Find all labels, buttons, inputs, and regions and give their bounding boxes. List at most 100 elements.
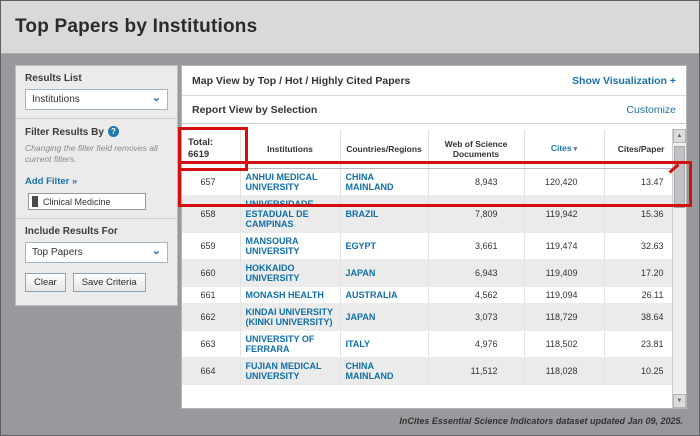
cell-cites: 119,942 — [524, 195, 604, 232]
total-header-cell: Total: 6619 — [182, 130, 240, 168]
cell-cites-per-paper: 17.20 — [604, 259, 672, 286]
cell-cites-per-paper: 10.25 — [604, 357, 672, 384]
table-row: 663UNIVERSITY OF FERRARAITALY4,976118,50… — [182, 330, 672, 357]
map-view-bar: Map View by Top / Hot / Highly Cited Pap… — [182, 66, 686, 96]
institution-link[interactable]: UNIVERSIDADE ESTADUAL DE CAMPINAS — [240, 195, 340, 232]
cites-header-label: Cites — [551, 143, 572, 153]
institution-link[interactable]: ANHUI MEDICAL UNIVERSITY — [240, 168, 340, 195]
cell-rank: 657 — [182, 168, 240, 195]
cell-cites: 119,094 — [524, 286, 604, 303]
customize-link[interactable]: Customize — [626, 104, 676, 116]
cell-wos-documents: 8,943 — [428, 168, 524, 195]
cell-country: CHINA MAINLAND — [340, 168, 428, 195]
add-filter-link[interactable]: Add Filter » — [25, 176, 77, 187]
cell-cites: 118,502 — [524, 330, 604, 357]
col-header-institutions[interactable]: Institutions — [240, 130, 340, 168]
title-bar: Top Papers by Institutions — [1, 1, 699, 54]
scrollbar-thumb[interactable] — [674, 146, 685, 208]
main-panel: Map View by Top / Hot / Highly Cited Pap… — [181, 65, 687, 409]
cell-cites-per-paper: 13.47 — [604, 168, 672, 195]
institution-link[interactable]: MONASH HEALTH — [240, 286, 340, 303]
cell-cites: 119,409 — [524, 259, 604, 286]
filter-by-label-text: Filter Results By — [25, 127, 104, 138]
results-list-value: Institutions — [32, 94, 80, 105]
map-view-title: Map View by Top / Hot / Highly Cited Pap… — [192, 75, 410, 87]
table-row: 658UNIVERSIDADE ESTADUAL DE CAMPINASBRAZ… — [182, 195, 672, 232]
institution-link[interactable]: HOKKAIDO UNIVERSITY — [240, 259, 340, 286]
chevron-down-icon: ⌄ — [152, 93, 161, 104]
include-section: Include Results For Top Papers ⌄ Clear S… — [16, 219, 177, 300]
cell-cites-per-paper: 32.63 — [604, 232, 672, 259]
institution-link[interactable]: MANSOURA UNIVERSITY — [240, 232, 340, 259]
cell-cites: 119,474 — [524, 232, 604, 259]
cell-wos-documents: 6,943 — [428, 259, 524, 286]
chevron-down-icon: ⌄ — [152, 246, 161, 257]
cell-country: BRAZIL — [340, 195, 428, 232]
cell-country: ITALY — [340, 330, 428, 357]
col-header-countries[interactable]: Countries/Regions — [340, 130, 428, 168]
cell-country: AUSTRALIA — [340, 286, 428, 303]
cell-wos-documents: 7,809 — [428, 195, 524, 232]
include-results-dropdown[interactable]: Top Papers ⌄ — [25, 242, 168, 263]
table-row: 657ANHUI MEDICAL UNIVERSITYCHINA MAINLAN… — [182, 168, 672, 195]
filter-note: Changing the filter field removes all cu… — [25, 143, 168, 165]
cell-cites: 118,729 — [524, 303, 604, 330]
cell-rank: 663 — [182, 330, 240, 357]
cell-cites-per-paper: 23.81 — [604, 330, 672, 357]
table-scrollbar[interactable]: ▲ ▼ — [672, 129, 686, 408]
col-header-cites[interactable]: Cites▾ — [524, 130, 604, 168]
results-table: Total: 6619 Institutions Countries/Regio… — [182, 130, 673, 385]
cell-country: JAPAN — [340, 303, 428, 330]
results-list-label: Results List — [25, 73, 168, 84]
help-icon[interactable]: ? — [108, 126, 119, 137]
save-criteria-button[interactable]: Save Criteria — [73, 273, 146, 292]
institution-link[interactable]: KINDAI UNIVERSITY (KINKI UNIVERSITY) — [240, 303, 340, 330]
table-row: 664FUJIAN MEDICAL UNIVERSITYCHINA MAINLA… — [182, 357, 672, 384]
cell-wos-documents: 3,073 — [428, 303, 524, 330]
cell-cites-per-paper: 15.36 — [604, 195, 672, 232]
table-row: 660HOKKAIDO UNIVERSITYJAPAN6,943119,4091… — [182, 259, 672, 286]
institution-link[interactable]: FUJIAN MEDICAL UNIVERSITY — [240, 357, 340, 384]
filter-by-label: Filter Results By? — [25, 126, 168, 138]
results-list-dropdown[interactable]: Institutions ⌄ — [25, 89, 168, 110]
scroll-down-button[interactable]: ▼ — [673, 394, 686, 408]
cell-wos-documents: 3,661 — [428, 232, 524, 259]
show-visualization-link[interactable]: Show Visualization + — [572, 75, 676, 87]
cell-rank: 661 — [182, 286, 240, 303]
cell-country: JAPAN — [340, 259, 428, 286]
cell-rank: 660 — [182, 259, 240, 286]
filter-chip-label: Clinical Medicine — [43, 197, 111, 207]
cell-rank: 664 — [182, 357, 240, 384]
report-view-bar: Report View by Selection Customize — [182, 96, 686, 124]
cell-country: EGYPT — [340, 232, 428, 259]
cell-rank: 662 — [182, 303, 240, 330]
dataset-update-note: InCites Essential Science Indicators dat… — [399, 416, 683, 426]
sidebar-buttons: Clear Save Criteria — [25, 273, 168, 292]
table-body: 657ANHUI MEDICAL UNIVERSITYCHINA MAINLAN… — [182, 168, 672, 384]
sort-descending-icon: ▾ — [574, 146, 578, 153]
col-header-cites-per-paper[interactable]: Cites/Paper — [604, 130, 672, 168]
filter-chip[interactable]: Clinical Medicine — [28, 193, 146, 210]
cell-wos-documents: 11,512 — [428, 357, 524, 384]
screen: Top Papers by Institutions Results List … — [0, 0, 700, 436]
include-results-value: Top Papers — [32, 247, 83, 258]
cell-wos-documents: 4,562 — [428, 286, 524, 303]
cell-rank: 659 — [182, 232, 240, 259]
scroll-up-button[interactable]: ▲ — [673, 129, 686, 143]
cell-cites-per-paper: 26.11 — [604, 286, 672, 303]
page-title: Top Papers by Institutions — [1, 1, 699, 38]
sidebar: Results List Institutions ⌄ Filter Resul… — [15, 65, 178, 306]
results-list-section: Results List Institutions ⌄ — [16, 66, 177, 118]
cell-cites: 120,420 — [524, 168, 604, 195]
cell-wos-documents: 4,976 — [428, 330, 524, 357]
table-row: 662KINDAI UNIVERSITY (KINKI UNIVERSITY)J… — [182, 303, 672, 330]
total-label: Total: — [188, 137, 213, 148]
clear-button[interactable]: Clear — [25, 273, 66, 292]
col-header-wos-documents[interactable]: Web of Science Documents — [428, 130, 524, 168]
institution-link[interactable]: UNIVERSITY OF FERRARA — [240, 330, 340, 357]
report-view-title: Report View by Selection — [192, 104, 317, 116]
cell-rank: 658 — [182, 195, 240, 232]
filter-handle-icon — [32, 196, 38, 207]
cell-country: CHINA MAINLAND — [340, 357, 428, 384]
cell-cites: 118,028 — [524, 357, 604, 384]
